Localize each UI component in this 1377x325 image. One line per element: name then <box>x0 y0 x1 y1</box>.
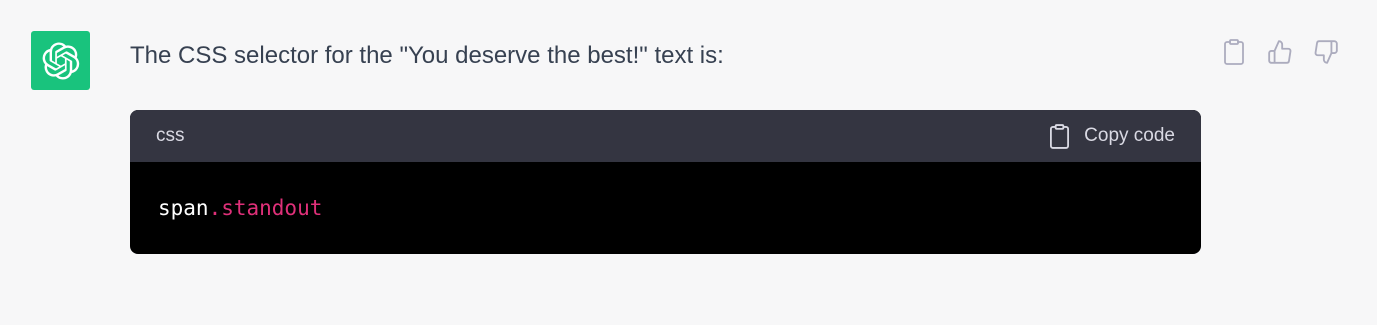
clipboard-icon <box>1050 123 1070 149</box>
code-selector-tag: span <box>158 196 209 220</box>
thumbs-down-icon <box>1314 40 1338 64</box>
thumbs-down-button[interactable] <box>1310 36 1342 68</box>
code-block: css Copy code span .standout <box>130 110 1201 254</box>
assistant-avatar <box>31 31 90 90</box>
code-language-label: css <box>156 125 185 146</box>
copy-code-label: Copy code <box>1084 125 1175 146</box>
assistant-message-text: The CSS selector for the "You deserve th… <box>130 42 724 69</box>
copy-code-button[interactable]: Copy code <box>1049 123 1175 149</box>
code-body[interactable]: span .standout <box>130 162 1201 254</box>
thumbs-up-icon <box>1268 40 1292 64</box>
clipboard-icon <box>1224 39 1244 65</box>
message-actions <box>1218 36 1348 68</box>
code-selector-class: .standout <box>208 196 323 220</box>
copy-message-button[interactable] <box>1218 36 1250 68</box>
openai-logo-icon <box>42 41 79 80</box>
code-block-header: css Copy code <box>130 110 1201 162</box>
thumbs-up-button[interactable] <box>1264 36 1296 68</box>
